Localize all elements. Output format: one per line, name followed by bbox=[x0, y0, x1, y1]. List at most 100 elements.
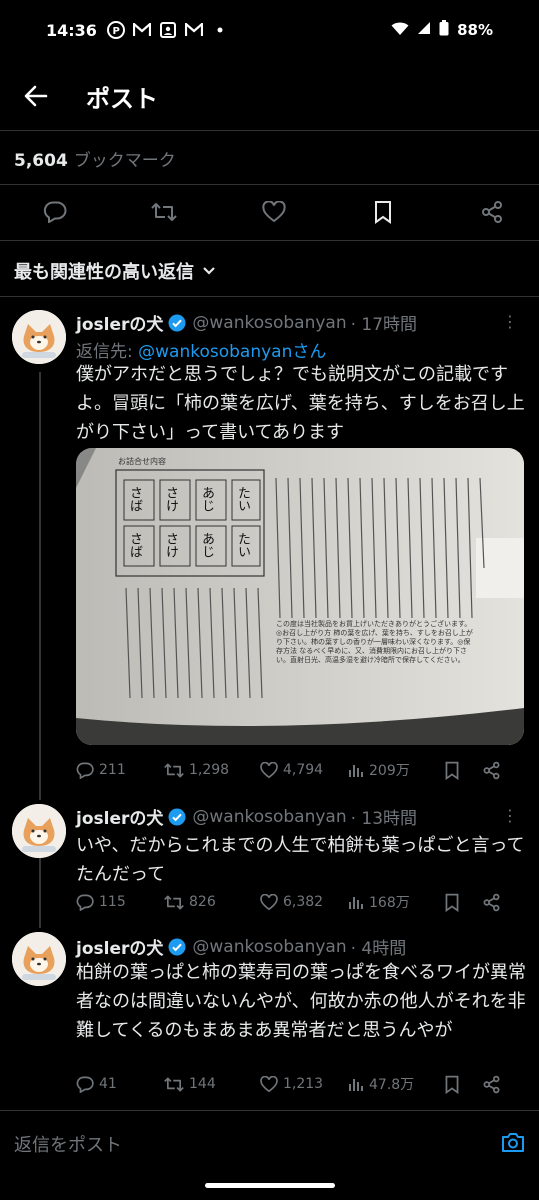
gesture-navigation-bar[interactable] bbox=[205, 1183, 335, 1188]
bookmark-icon bbox=[445, 1075, 459, 1094]
heart-icon bbox=[261, 201, 286, 223]
photo-box-label: あじ bbox=[199, 532, 214, 558]
reply-sort-dropdown[interactable]: 最も関連性の高い返信 bbox=[14, 258, 216, 284]
photo-box-label: さけ bbox=[163, 532, 178, 558]
engagement-bar: 41 144 1,213 47.8万 bbox=[76, 1074, 516, 1094]
share-icon bbox=[482, 201, 502, 223]
bookmark-button[interactable] bbox=[444, 761, 482, 780]
reply-count-button[interactable]: 115 bbox=[76, 894, 164, 911]
reply-header: joslerの犬 @wankosobanyan · 4時間 bbox=[76, 934, 407, 960]
post-time: · 17時間 bbox=[350, 315, 418, 335]
comment-icon bbox=[43, 201, 67, 223]
shiba-dog-avatar-icon bbox=[12, 310, 66, 364]
replying-to-prefix: 返信先: bbox=[76, 342, 139, 362]
repost-icon bbox=[164, 1077, 184, 1091]
like-button[interactable] bbox=[261, 199, 287, 225]
view-count: 168万 bbox=[369, 895, 410, 911]
photo-box-label: たい bbox=[235, 532, 250, 558]
view-count-button[interactable]: 209万 bbox=[348, 760, 444, 780]
view-count: 209万 bbox=[369, 763, 410, 779]
chevron-down-icon bbox=[203, 267, 215, 275]
app-notification-icon: P bbox=[106, 21, 125, 39]
post-time: · 13時間 bbox=[350, 809, 418, 829]
more-vertical-icon: ⋮ bbox=[502, 806, 518, 825]
repost-icon bbox=[151, 203, 177, 221]
view-count-button[interactable]: 168万 bbox=[348, 892, 444, 912]
more-options-button[interactable]: ⋮ bbox=[502, 806, 518, 825]
comment-icon bbox=[76, 894, 94, 911]
share-button[interactable] bbox=[482, 1075, 501, 1094]
like-count-button[interactable]: 1,213 bbox=[260, 1075, 348, 1093]
verified-badge-icon bbox=[168, 314, 186, 331]
photo-box-label: あじ bbox=[199, 486, 214, 512]
repost-button[interactable] bbox=[151, 199, 177, 225]
repost-icon bbox=[164, 763, 184, 777]
author-name[interactable]: joslerの犬 bbox=[76, 310, 163, 335]
bookmark-button[interactable] bbox=[370, 199, 396, 225]
photo-instructions-text: この度は当社製品をお買上げいただきありがとうございます。◎お召し上がり方 柿の葉… bbox=[276, 620, 473, 664]
share-button[interactable] bbox=[479, 199, 505, 225]
like-count-button[interactable]: 6,382 bbox=[260, 893, 348, 911]
analytics-icon bbox=[349, 897, 363, 909]
shiba-dog-avatar-icon bbox=[12, 804, 66, 858]
divider bbox=[0, 130, 539, 131]
avatar[interactable] bbox=[12, 804, 66, 858]
reply-compose-bar[interactable]: 返信をポスト bbox=[0, 1110, 539, 1176]
reply-count-button[interactable]: 211 bbox=[76, 762, 164, 779]
post-action-bar bbox=[0, 194, 539, 230]
repost-icon bbox=[164, 895, 184, 909]
bookmark-button[interactable] bbox=[444, 1075, 482, 1094]
like-count: 4,794 bbox=[283, 762, 324, 778]
share-icon bbox=[483, 761, 500, 779]
avatar[interactable] bbox=[12, 310, 66, 364]
divider bbox=[0, 240, 539, 241]
bookmark-icon bbox=[445, 893, 459, 912]
repost-count: 144 bbox=[189, 1076, 216, 1092]
author-handle[interactable]: @wankosobanyan bbox=[192, 937, 346, 957]
like-count-button[interactable]: 4,794 bbox=[260, 761, 348, 779]
back-button[interactable] bbox=[16, 76, 56, 116]
bookmark-icon bbox=[374, 201, 391, 224]
wifi-icon bbox=[391, 21, 409, 40]
author-name[interactable]: joslerの犬 bbox=[76, 934, 163, 959]
like-count: 1,213 bbox=[283, 1076, 324, 1092]
reply-text: 僕がアホだと思うでしょ？でも説明文がこの記載ですよ。冒頭に「柿の葉を広げ、葉を持… bbox=[76, 364, 525, 443]
battery-percentage: 88% bbox=[457, 21, 493, 39]
reply-count: 115 bbox=[99, 894, 126, 910]
reply-button[interactable] bbox=[42, 199, 68, 225]
camera-icon bbox=[502, 1132, 524, 1152]
more-options-button[interactable]: ⋮ bbox=[502, 312, 518, 331]
repost-count-button[interactable]: 144 bbox=[164, 1076, 260, 1093]
like-count: 6,382 bbox=[283, 894, 324, 910]
repost-count-button[interactable]: 826 bbox=[164, 894, 260, 911]
svg-text:P: P bbox=[112, 26, 119, 37]
battery-icon bbox=[439, 20, 449, 40]
engagement-bar: 211 1,298 4,794 209万 bbox=[76, 760, 516, 780]
avatar[interactable] bbox=[12, 932, 66, 986]
photo-box-label: さば bbox=[127, 486, 142, 512]
bookmark-count[interactable]: 5,604 ブックマーク bbox=[14, 146, 176, 171]
post-time: · 4時間 bbox=[350, 939, 407, 959]
verified-badge-icon bbox=[168, 938, 186, 955]
share-icon bbox=[483, 893, 500, 911]
share-button[interactable] bbox=[482, 893, 501, 912]
gmail-icon bbox=[132, 21, 151, 39]
bookmark-button[interactable] bbox=[444, 893, 482, 912]
author-name[interactable]: joslerの犬 bbox=[76, 804, 163, 829]
reply-header: joslerの犬 @wankosobanyan · 17時間 bbox=[76, 310, 418, 336]
page-title: ポスト bbox=[86, 84, 158, 113]
repost-count-button[interactable]: 1,298 bbox=[164, 762, 260, 779]
camera-button[interactable] bbox=[501, 1131, 525, 1157]
view-count-button[interactable]: 47.8万 bbox=[348, 1074, 444, 1094]
share-button[interactable] bbox=[482, 761, 501, 780]
author-handle[interactable]: @wankosobanyan bbox=[192, 313, 346, 333]
author-handle[interactable]: @wankosobanyan bbox=[192, 807, 346, 827]
reply-count-button[interactable]: 41 bbox=[76, 1076, 164, 1093]
attached-photo[interactable]: お詰合せ内容 たい あじ さけ さば たい あじ さけ さば この度は当社製品を… bbox=[76, 448, 524, 745]
arrow-left-icon bbox=[24, 85, 48, 107]
reply-header: joslerの犬 @wankosobanyan · 13時間 bbox=[76, 804, 418, 830]
signal-icon bbox=[417, 21, 431, 39]
replying-to-link[interactable]: @wankosobanyanさん bbox=[138, 342, 326, 362]
photo-box-title: お詰合せ内容 bbox=[118, 457, 166, 466]
reply-input[interactable]: 返信をポスト bbox=[14, 1131, 122, 1157]
